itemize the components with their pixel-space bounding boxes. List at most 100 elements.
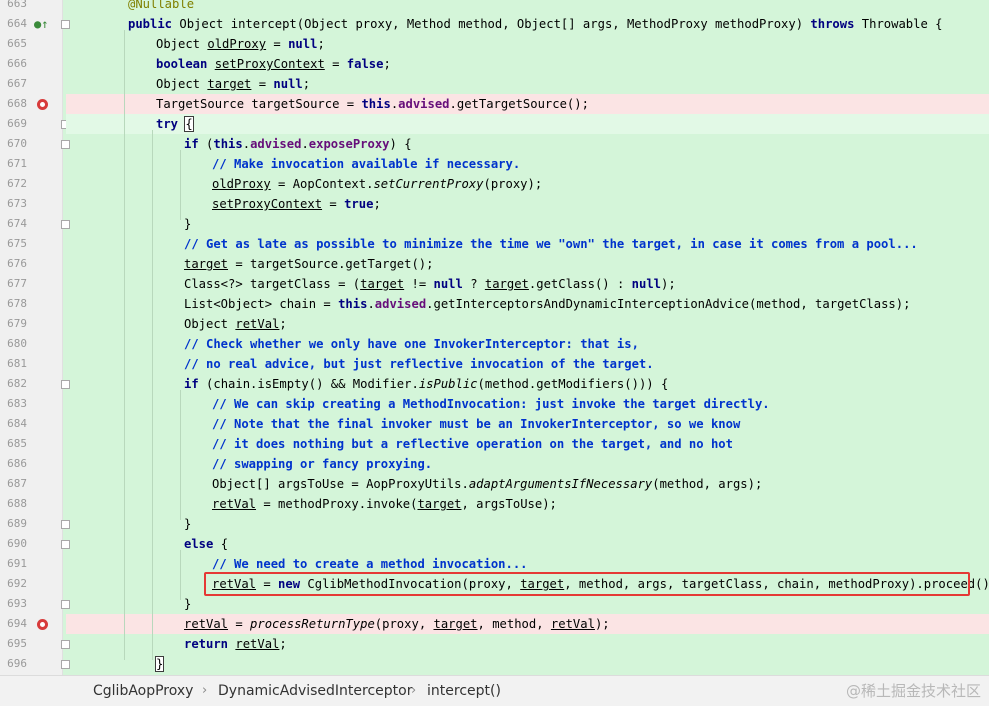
indent-guide	[180, 390, 181, 520]
code-line[interactable]: 693}	[0, 594, 989, 614]
code-line[interactable]: 690 else {	[0, 534, 989, 554]
code-text[interactable]: try {	[156, 114, 194, 134]
line-number: 664	[7, 17, 27, 30]
code-text[interactable]: boolean setProxyContext = false;	[156, 54, 391, 74]
line-number: 678	[7, 297, 27, 310]
code-line-background	[66, 214, 989, 234]
code-line[interactable]: 666 boolean setProxyContext = false;	[0, 54, 989, 74]
code-line-background	[66, 0, 989, 14]
line-number: 666	[7, 57, 27, 70]
code-text[interactable]: return retVal;	[184, 634, 287, 654]
code-line[interactable]: 689}	[0, 514, 989, 534]
code-text[interactable]: oldProxy = AopContext.setCurrentProxy(pr…	[212, 174, 542, 194]
code-line-background	[66, 654, 989, 674]
code-text[interactable]: // Make invocation available if necessar…	[212, 154, 520, 174]
code-line[interactable]: 665 Object oldProxy = null;	[0, 34, 989, 54]
code-line[interactable]: 679 Object retVal;	[0, 314, 989, 334]
code-text[interactable]: // swapping or fancy proxying.	[212, 454, 432, 474]
line-number: 680	[7, 337, 27, 350]
code-line[interactable]: 695 return retVal;	[0, 634, 989, 654]
line-number: 696	[7, 657, 27, 670]
code-text[interactable]: Object[] argsToUse = AopProxyUtils.adapt…	[212, 474, 762, 494]
breadcrumb-method[interactable]: intercept()	[427, 676, 501, 706]
code-text[interactable]: // We can skip creating a MethodInvocati…	[212, 394, 770, 414]
line-number: 692	[7, 577, 27, 590]
code-line[interactable]: 672 oldProxy = AopContext.setCurrentProxy…	[0, 174, 989, 194]
code-text[interactable]: Object retVal;	[184, 314, 287, 334]
code-text[interactable]: public Object intercept(Object proxy, Me…	[128, 14, 943, 34]
code-line[interactable]: 675 // Get as late as possible to minimiz…	[0, 234, 989, 254]
code-text[interactable]: @Nullable	[128, 0, 194, 14]
code-text[interactable]: Object oldProxy = null;	[156, 34, 325, 54]
line-number: 690	[7, 537, 27, 550]
highlight-box	[204, 572, 970, 596]
code-line[interactable]: 685 // it does nothing but a reflective o…	[0, 434, 989, 454]
code-text[interactable]: else {	[184, 534, 228, 554]
code-line[interactable]: 683 // We can skip creating a MethodInvoc…	[0, 394, 989, 414]
code-line[interactable]: 663 @Nullable	[0, 0, 989, 14]
line-number: 688	[7, 497, 27, 510]
line-number: 669	[7, 117, 27, 130]
code-text[interactable]: List<Object> chain = this.advised.getInt…	[184, 294, 910, 314]
line-number: 695	[7, 637, 27, 650]
code-text[interactable]: setProxyContext = true;	[212, 194, 381, 214]
code-line[interactable]: 688 retVal = methodProxy.invoke(target, a…	[0, 494, 989, 514]
code-text[interactable]: // Note that the final invoker must be a…	[212, 414, 740, 434]
code-text[interactable]: retVal = processReturnType(proxy, target…	[184, 614, 610, 634]
line-number: 663	[7, 0, 27, 10]
code-text[interactable]: }	[184, 214, 191, 234]
code-line[interactable]: 680 // Check whether we only have one Inv…	[0, 334, 989, 354]
code-text[interactable]: // Check whether we only have one Invoke…	[184, 334, 639, 354]
code-line[interactable]: 682 if (chain.isEmpty() && Modifier.isPub…	[0, 374, 989, 394]
code-line[interactable]: 684 // Note that the final invoker must b…	[0, 414, 989, 434]
code-line[interactable]: 670 if (this.advised.exposeProxy) {	[0, 134, 989, 154]
code-text[interactable]: target = targetSource.getTarget();	[184, 254, 433, 274]
code-text[interactable]: if (this.advised.exposeProxy) {	[184, 134, 412, 154]
code-line[interactable]: 673 setProxyContext = true;	[0, 194, 989, 214]
line-number: 691	[7, 557, 27, 570]
code-line[interactable]: 674}	[0, 214, 989, 234]
code-line[interactable]: 691 // We need to create a method invocat…	[0, 554, 989, 574]
code-text[interactable]: // Get as late as possible to minimize t…	[184, 234, 918, 254]
code-line[interactable]: 694 retVal = processReturnType(proxy, tar…	[0, 614, 989, 634]
code-line[interactable]: 687 Object[] argsToUse = AopProxyUtils.ad…	[0, 474, 989, 494]
code-text[interactable]: // no real advice, but just reflective i…	[184, 354, 654, 374]
code-line[interactable]: 676 target = targetSource.getTarget();	[0, 254, 989, 274]
code-editor[interactable]: 663 @Nullable 664 ●↑ public Object intercept…	[0, 0, 989, 675]
code-text[interactable]: Class<?> targetClass = (target != null ?…	[184, 274, 676, 294]
code-text[interactable]: retVal = methodProxy.invoke(target, args…	[212, 494, 557, 514]
breadcrumb-class[interactable]: CglibAopProxy	[93, 676, 193, 706]
breakpoint-icon[interactable]	[37, 619, 48, 630]
code-line[interactable]: 664 ●↑ public Object intercept(Object prox…	[0, 14, 989, 34]
line-number: 668	[7, 97, 27, 110]
code-text[interactable]: // We need to create a method invocation…	[212, 554, 528, 574]
code-line[interactable]: 677 Class<?> targetClass = (target != nul…	[0, 274, 989, 294]
code-line[interactable]: 667 Object target = null;	[0, 74, 989, 94]
code-text[interactable]: Object target = null;	[156, 74, 310, 94]
code-line[interactable]: 678 List<Object> chain = this.advised.get…	[0, 294, 989, 314]
line-number: 684	[7, 417, 27, 430]
code-text[interactable]: }	[154, 654, 165, 674]
code-text[interactable]: // it does nothing but a reflective oper…	[212, 434, 733, 454]
code-text[interactable]: if (chain.isEmpty() && Modifier.isPublic…	[184, 374, 668, 394]
line-number: 665	[7, 37, 27, 50]
code-line[interactable]: 696}	[0, 654, 989, 674]
code-line[interactable]: 686 // swapping or fancy proxying.	[0, 454, 989, 474]
breadcrumb-inner-class[interactable]: DynamicAdvisedInterceptor	[218, 676, 413, 706]
code-text[interactable]: }	[184, 514, 191, 534]
code-line[interactable]: 671 // Make invocation available if neces…	[0, 154, 989, 174]
code-text[interactable]: }	[184, 594, 191, 614]
breakpoint-icon[interactable]	[37, 99, 48, 110]
override-marker-icon[interactable]: ●↑	[34, 18, 48, 30]
code-text[interactable]: TargetSource targetSource = this.advised…	[156, 94, 589, 114]
code-line[interactable]: 668 TargetSource targetSource = this.advi…	[0, 94, 989, 114]
line-number: 675	[7, 237, 27, 250]
line-number: 672	[7, 177, 27, 190]
line-number: 673	[7, 197, 27, 210]
indent-guide	[180, 150, 181, 220]
code-line[interactable]: 669 try {	[0, 114, 989, 134]
line-number: 676	[7, 257, 27, 270]
code-line-background	[66, 454, 989, 474]
code-line[interactable]: 681 // no real advice, but just reflectiv…	[0, 354, 989, 374]
line-number: 671	[7, 157, 27, 170]
